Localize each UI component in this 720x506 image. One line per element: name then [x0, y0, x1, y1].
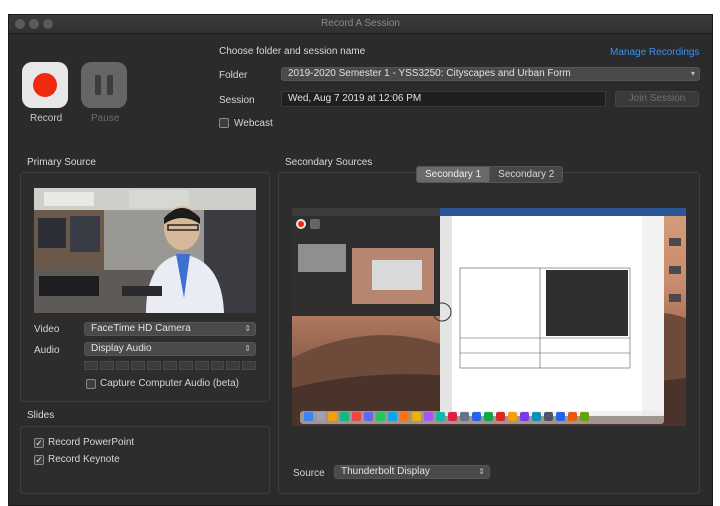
folder-label: Folder: [219, 70, 248, 81]
chevron-updown-icon: ⇕: [478, 467, 485, 476]
pause-icon-bar: [107, 75, 113, 95]
secondary-sources-heading: Secondary Sources: [285, 157, 373, 168]
folder-select-value: 2019-2020 Semester 1 - YSS3250: Cityscap…: [288, 68, 571, 79]
pause-button[interactable]: [81, 62, 127, 108]
session-heading: Choose folder and session name: [219, 46, 366, 57]
capture-audio-checkbox[interactable]: [86, 379, 96, 389]
chevron-updown-icon: ⇕: [244, 324, 251, 333]
audio-source-select[interactable]: Display Audio ⇕: [84, 342, 256, 356]
secondary-source-value: Thunderbolt Display: [341, 466, 430, 477]
title-bar: Record A Session: [9, 15, 712, 34]
record-icon: [33, 73, 57, 97]
video-label: Video: [34, 324, 60, 335]
pause-label: Pause: [91, 113, 120, 124]
folder-select[interactable]: 2019-2020 Semester 1 - YSS3250: Cityscap…: [281, 67, 700, 81]
audio-label: Audio: [34, 345, 60, 356]
video-source-select[interactable]: FaceTime HD Camera ⇕: [84, 322, 256, 336]
tab-secondary-1[interactable]: Secondary 1: [417, 167, 491, 182]
webcast-checkbox[interactable]: [219, 118, 229, 128]
camera-preview: [34, 188, 256, 313]
record-powerpoint-checkbox[interactable]: ✓: [34, 438, 44, 448]
video-source-value: FaceTime HD Camera: [91, 323, 191, 334]
webcast-label: Webcast: [234, 118, 273, 129]
dock: [300, 411, 664, 424]
manage-recordings-link[interactable]: Manage Recordings: [610, 47, 700, 58]
pause-icon: [95, 75, 101, 95]
session-name-field[interactable]: Wed, Aug 7 2019 at 12:06 PM: [281, 91, 606, 107]
record-powerpoint-label: Record PowerPoint: [48, 437, 135, 448]
secondary-source-select[interactable]: Thunderbolt Display ⇕: [334, 465, 490, 479]
capture-audio-label: Capture Computer Audio (beta): [100, 378, 239, 389]
audio-level-meter: [84, 361, 256, 370]
record-label: Record: [30, 113, 63, 124]
source-label: Source: [293, 468, 325, 479]
primary-source-heading: Primary Source: [27, 157, 96, 168]
record-keynote-label: Record Keynote: [48, 454, 120, 465]
camera-preview-image: [34, 188, 256, 313]
audio-source-value: Display Audio: [91, 343, 152, 354]
secondary-tabs: Secondary 1 Secondary 2: [416, 166, 564, 183]
record-keynote-checkbox[interactable]: ✓: [34, 455, 44, 465]
slides-heading: Slides: [27, 410, 55, 421]
session-label: Session: [219, 95, 255, 106]
record-button[interactable]: [22, 62, 68, 108]
chevron-down-icon: ▾: [690, 69, 695, 78]
tab-secondary-2[interactable]: Secondary 2: [490, 167, 563, 182]
screen-preview: [292, 208, 686, 426]
join-session-button[interactable]: Join Session: [615, 91, 699, 107]
chevron-updown-icon: ⇕: [244, 344, 251, 353]
window-title: Record A Session: [321, 18, 400, 29]
screen-preview-image: [292, 208, 686, 426]
